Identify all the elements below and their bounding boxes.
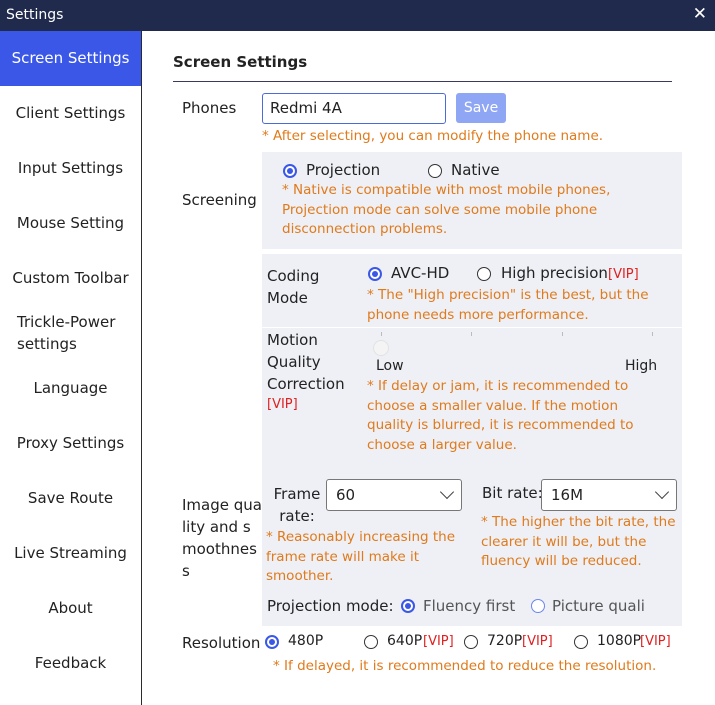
- high-precision-radio[interactable]: [477, 267, 491, 281]
- resolution-480p-radio[interactable]: [265, 635, 279, 649]
- resolution-640p-label: 640P: [387, 633, 423, 649]
- panel-separator: [262, 327, 682, 328]
- resolution-720p-radio[interactable]: [464, 635, 478, 649]
- window-title: Settings: [6, 7, 64, 23]
- sidebar: Screen Settings Client Settings Input Se…: [0, 31, 142, 705]
- bit-rate-value: 16M: [551, 486, 584, 504]
- sidebar-item-client-settings[interactable]: Client Settings: [0, 102, 141, 124]
- main-panel: Screen Settings Phones Redmi 4A Save * A…: [142, 31, 715, 705]
- motion-note: * If delay or jam, it is recommended to …: [367, 378, 634, 453]
- motion-slider-track[interactable]: [381, 332, 653, 338]
- sidebar-item-about[interactable]: About: [0, 597, 141, 619]
- picture-quality-radio[interactable]: [531, 599, 545, 613]
- projection-mode-label: Projection mode:: [267, 597, 394, 615]
- bit-rate-select[interactable]: 16M: [541, 479, 677, 511]
- image-quality-label: Image quality and smoothness: [182, 496, 262, 580]
- resolution-label: Resolution: [182, 634, 261, 652]
- resolution-640p-radio[interactable]: [364, 635, 378, 649]
- title-divider: [173, 81, 672, 82]
- sidebar-item-live-streaming[interactable]: Live Streaming: [0, 542, 141, 564]
- fluency-first-label: Fluency first: [423, 597, 516, 615]
- sidebar-item-input-settings[interactable]: Input Settings: [0, 157, 141, 179]
- coding-mode-label: Coding Mode: [267, 267, 320, 307]
- projection-label: Projection: [306, 161, 381, 179]
- fluency-first-radio[interactable]: [401, 599, 415, 613]
- coding-note: * The "High precision" is the best, but …: [367, 287, 649, 323]
- native-radio[interactable]: [428, 164, 442, 178]
- close-icon[interactable]: ✕: [693, 4, 707, 24]
- sidebar-item-screen-settings[interactable]: Screen Settings: [0, 31, 141, 86]
- save-button[interactable]: Save: [456, 93, 506, 123]
- motion-slider-handle[interactable]: [373, 340, 389, 356]
- slider-high-label: High: [625, 358, 658, 374]
- resolution-720p-label: 720P: [487, 633, 523, 649]
- native-label: Native: [451, 161, 500, 179]
- slider-tick: [652, 332, 653, 336]
- resolution-1080p-label: 1080P: [597, 633, 642, 649]
- resolution-1080p-vip-badge: [VIP]: [640, 634, 671, 649]
- resolution-720p-vip-badge: [VIP]: [522, 634, 553, 649]
- phone-name-input[interactable]: Redmi 4A: [262, 93, 446, 124]
- projection-radio[interactable]: [283, 164, 297, 178]
- frame-rate-select[interactable]: 60: [326, 479, 462, 511]
- slider-low-label: Low: [376, 358, 404, 374]
- screening-label: Screening: [182, 191, 257, 209]
- avc-hd-label: AVC-HD: [391, 264, 450, 282]
- phones-label: Phones: [182, 99, 237, 117]
- chevron-down-icon: [654, 484, 670, 500]
- sidebar-item-mouse-setting[interactable]: Mouse Setting: [0, 212, 141, 234]
- bit-rate-label: Bit rate:: [482, 484, 543, 502]
- slider-tick: [471, 332, 472, 336]
- motion-quality-vip-badge: [VIP]: [267, 397, 298, 412]
- sidebar-item-save-route[interactable]: Save Route: [0, 487, 141, 509]
- chevron-down-icon: [439, 484, 455, 500]
- sidebar-item-feedback[interactable]: Feedback: [0, 652, 141, 674]
- picture-quality-label: Picture quali: [552, 597, 645, 615]
- avc-hd-radio[interactable]: [368, 267, 382, 281]
- phones-note: * After selecting, you can modify the ph…: [262, 128, 604, 144]
- page-title: Screen Settings: [173, 53, 308, 71]
- slider-tick: [381, 332, 382, 336]
- high-precision-label: High precision: [501, 264, 608, 282]
- sidebar-item-language[interactable]: Language: [0, 377, 141, 399]
- sidebar-item-trickle-power[interactable]: Trickle-Power settings: [17, 311, 127, 355]
- resolution-640p-vip-badge: [VIP]: [423, 634, 454, 649]
- sidebar-item-proxy-settings[interactable]: Proxy Settings: [0, 432, 141, 454]
- resolution-1080p-radio[interactable]: [574, 635, 588, 649]
- bit-rate-note: * The higher the bit rate, the clearer i…: [481, 514, 676, 569]
- frame-rate-value: 60: [336, 486, 356, 504]
- frame-rate-label: Frame rate:: [273, 485, 321, 525]
- title-bar: Settings ✕: [0, 0, 715, 31]
- resolution-480p-label: 480P: [288, 633, 324, 649]
- high-precision-vip-badge: [VIP]: [608, 267, 639, 282]
- motion-quality-label: Motion Quality Correction: [267, 331, 345, 393]
- frame-rate-note: * Reasonably increasing the frame rate w…: [266, 529, 456, 584]
- slider-tick: [562, 332, 563, 336]
- sidebar-item-custom-toolbar[interactable]: Custom Toolbar: [0, 267, 141, 289]
- screening-note: * Native is compatible with most mobile …: [282, 182, 611, 237]
- resolution-note: * If delayed, it is recommended to reduc…: [273, 658, 657, 674]
